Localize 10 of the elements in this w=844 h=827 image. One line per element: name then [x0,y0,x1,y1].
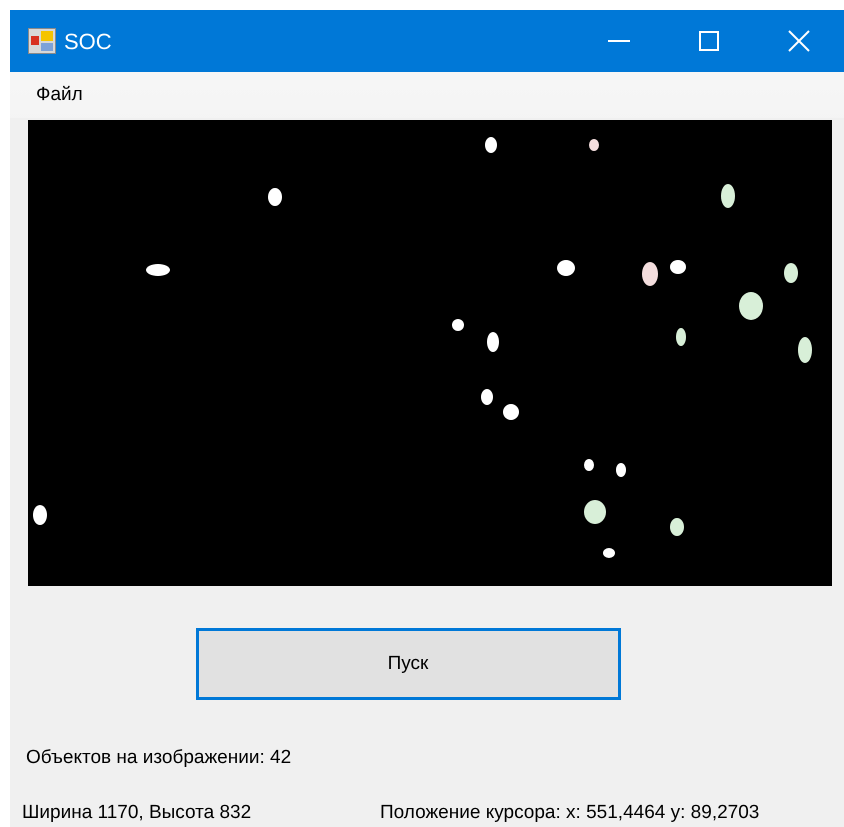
maximize-icon [699,31,719,51]
image-size-label: Ширина 1170, Высота 832 [22,800,252,824]
window-title: SOC [64,28,113,56]
close-icon [788,30,810,52]
menu-item[interactable]: Файл [26,80,93,110]
objects-count-label: Объектов на изображении: 42 [26,747,292,768]
cursor-position-label: Положение курсора: x: 551,4464 y: 89,2703 [380,800,760,824]
start-button[interactable]: Пуск [196,628,620,700]
app-icon [28,28,56,54]
minimize-icon [608,40,630,42]
